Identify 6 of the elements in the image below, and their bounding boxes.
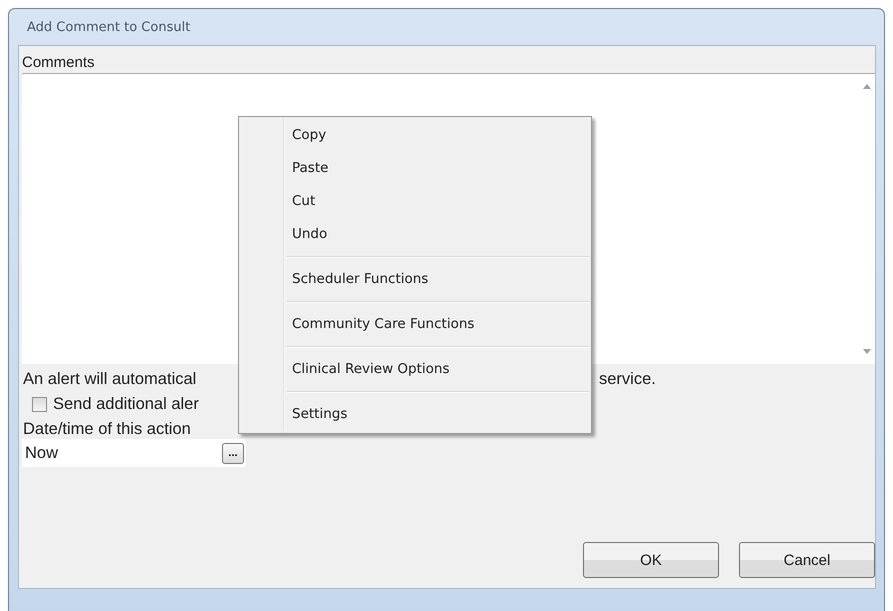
window-title: Add Comment to Consult: [26, 20, 190, 34]
datetime-label: Date/time of this action: [22, 419, 191, 439]
additional-alert-label: Send additional aler: [53, 395, 199, 414]
alert-text: service.: [599, 370, 656, 389]
datetime-value: Now: [25, 444, 58, 462]
alert-text: An alert will automatical: [23, 370, 198, 389]
